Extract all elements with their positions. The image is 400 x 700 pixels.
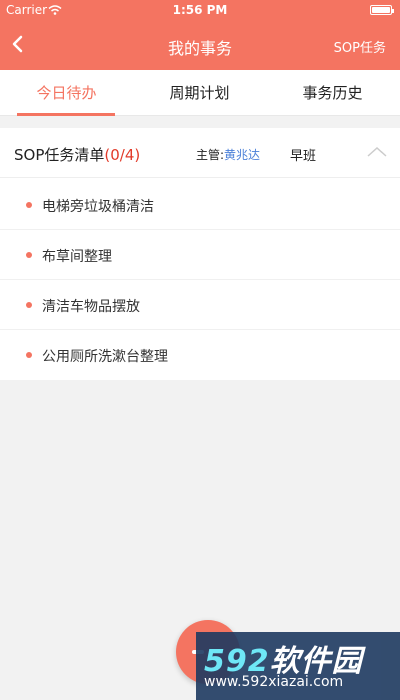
card-title: SOP任务清单(0/4): [14, 144, 140, 165]
supervisor-label: 主管:: [196, 148, 225, 162]
task-label: 电梯旁垃圾桶清洁: [42, 199, 154, 215]
navigation-bar: 我的事务 SOP任务: [0, 20, 400, 70]
supervisor-info: 主管:黄兆达: [196, 146, 260, 163]
task-item[interactable]: 布草间整理: [0, 230, 400, 280]
chevron-up-icon[interactable]: [366, 144, 388, 160]
task-count: (0/4): [104, 146, 141, 164]
battery-icon: [370, 5, 394, 15]
bullet-dot-icon: [26, 252, 32, 258]
task-item[interactable]: 清洁车物品摆放: [0, 280, 400, 330]
supervisor-name[interactable]: 黄兆达: [224, 148, 260, 162]
task-item[interactable]: 电梯旁垃圾桶清洁: [0, 180, 400, 230]
bullet-dot-icon: [26, 202, 32, 208]
sop-task-card: SOP任务清单(0/4) 主管:黄兆达 早班 电梯旁垃圾桶清洁 布草间整理 清洁…: [0, 128, 400, 380]
bullet-dot-icon: [26, 352, 32, 358]
header-bar: Carrier 1:56 PM 我的事务 SOP任务: [0, 0, 400, 70]
status-bar: Carrier 1:56 PM: [0, 0, 400, 20]
site-watermark: 592软件园 www.592xiazai.com: [196, 632, 400, 700]
card-header: SOP任务清单(0/4) 主管:黄兆达 早班: [0, 128, 400, 178]
sop-task-button[interactable]: SOP任务: [334, 37, 386, 56]
tab-history[interactable]: 事务历史: [266, 70, 399, 116]
task-label: 公用厕所洗漱台整理: [42, 349, 168, 365]
task-item[interactable]: 公用厕所洗漱台整理: [0, 330, 400, 380]
active-tab-indicator: [17, 113, 115, 116]
status-time: 1:56 PM: [172, 3, 228, 17]
card-title-text: SOP任务清单: [14, 146, 105, 164]
tab-bar: 今日待办 周期计划 事务历史: [0, 70, 400, 116]
bullet-dot-icon: [26, 302, 32, 308]
tab-periodic-plan[interactable]: 周期计划: [133, 70, 266, 116]
shift-label: 早班: [290, 149, 317, 164]
task-label: 清洁车物品摆放: [42, 299, 140, 315]
watermark-url: www.592xiazai.com: [204, 674, 344, 690]
tab-today-todo[interactable]: 今日待办: [0, 70, 133, 116]
task-label: 布草间整理: [42, 249, 112, 265]
